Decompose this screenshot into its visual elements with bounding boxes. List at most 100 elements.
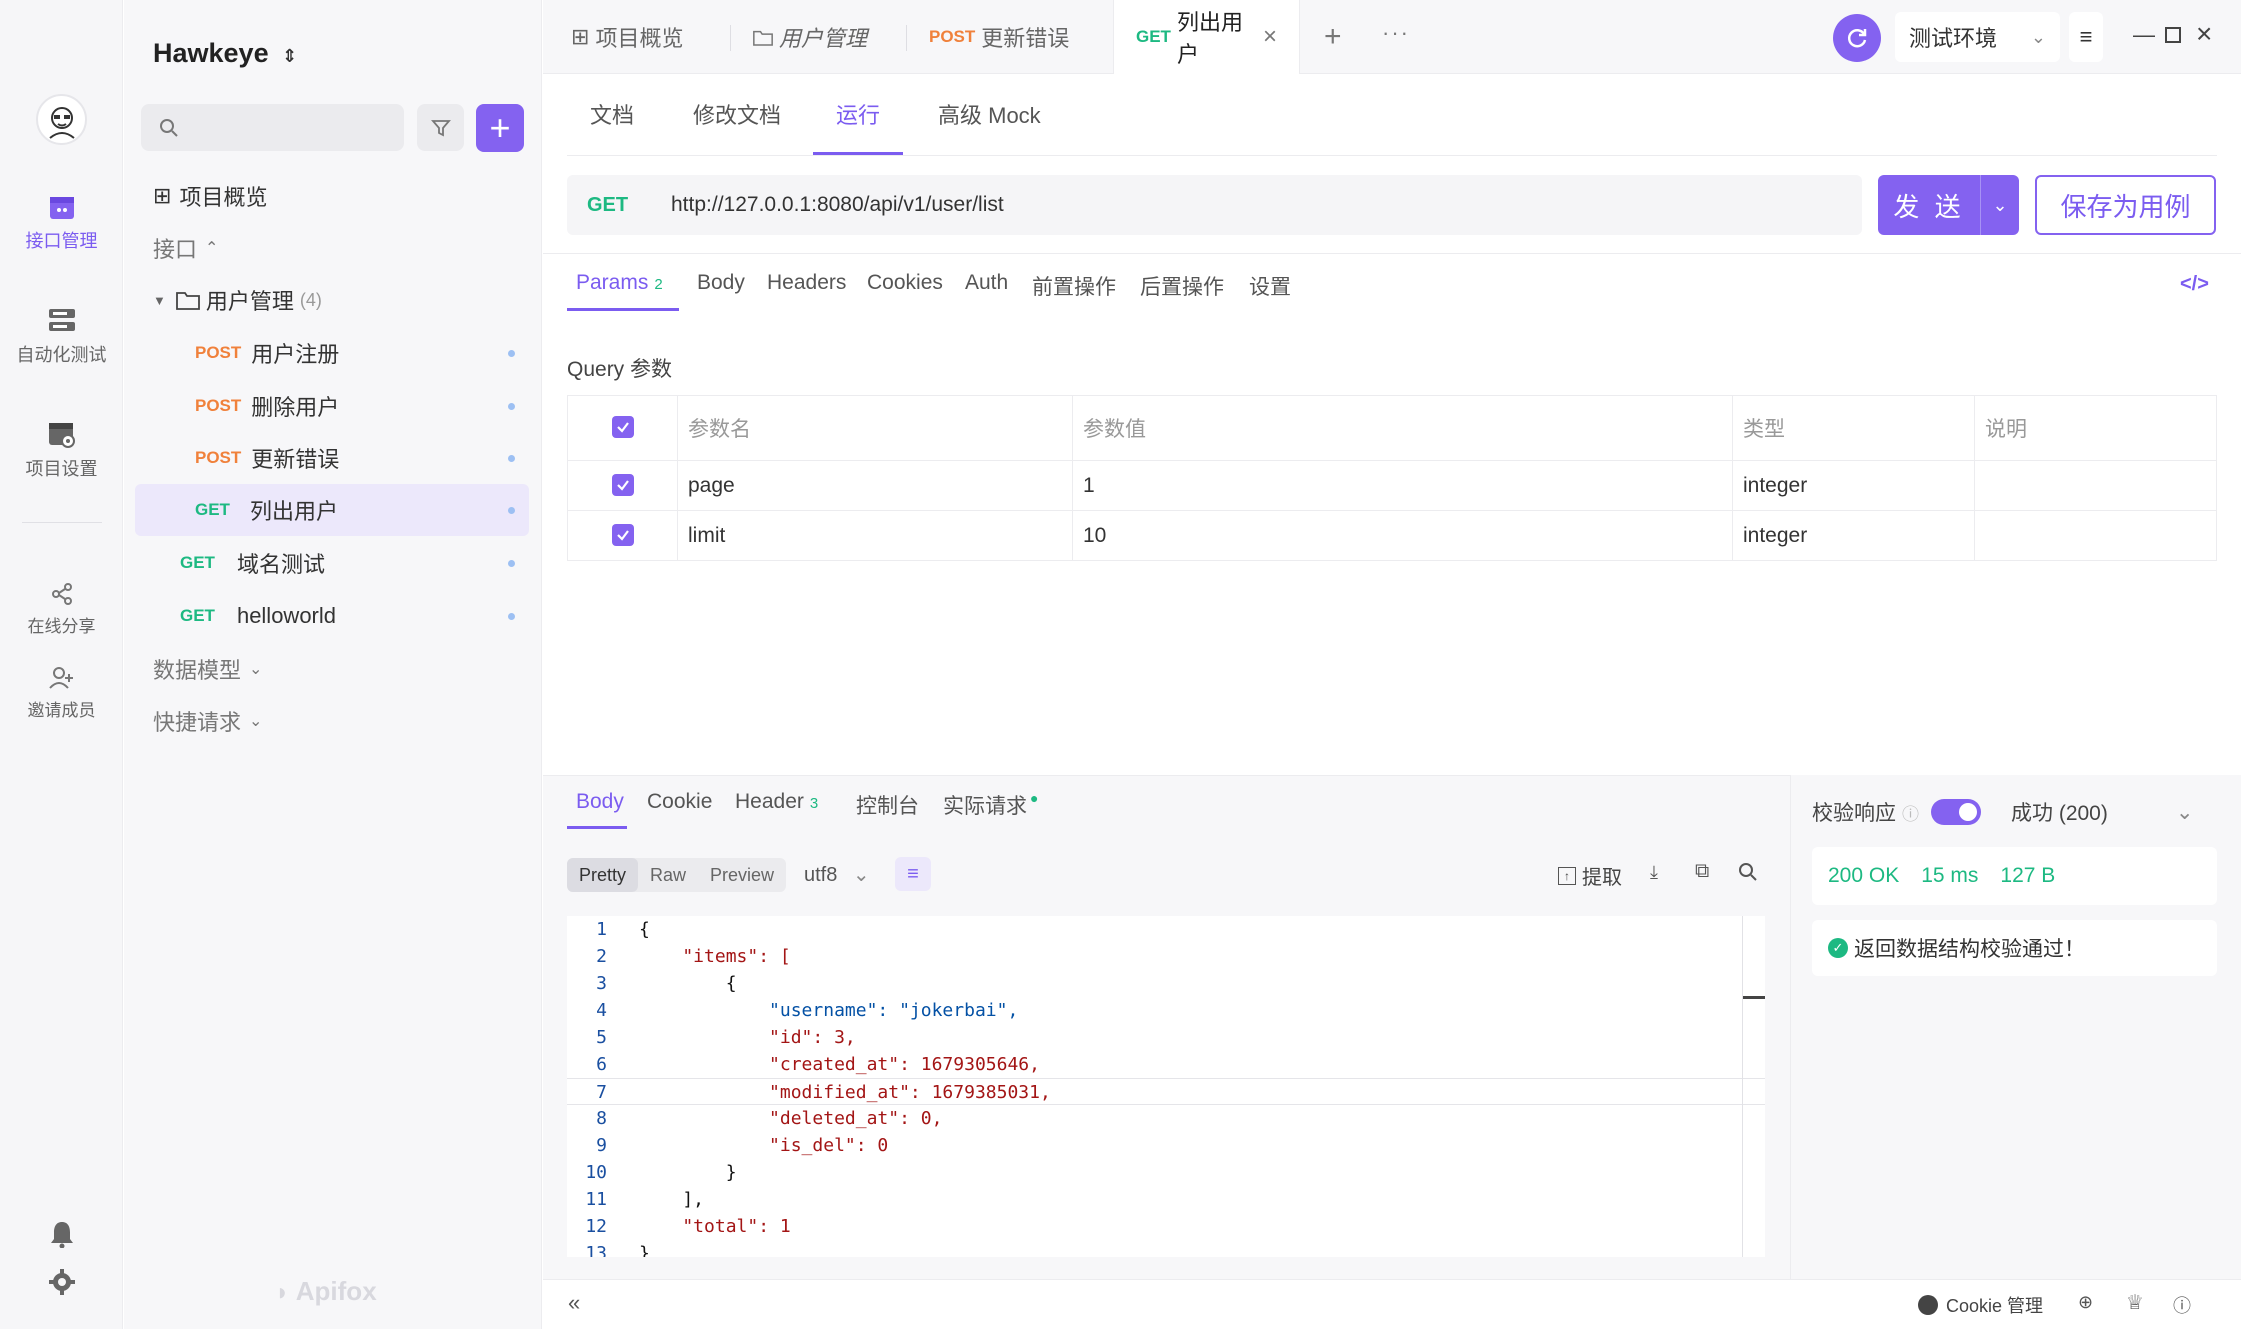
maximize-icon[interactable] bbox=[2164, 24, 2182, 50]
brand-watermark: ◗ Apifox bbox=[275, 1276, 377, 1307]
tab-params[interactable]: Params 2 bbox=[576, 271, 663, 295]
code-text: "created_at": 1679305646, bbox=[639, 1054, 1040, 1075]
response-code-editor[interactable]: 1{ 2 "items": [ 3 { 4 "username": "joker… bbox=[567, 916, 1765, 1257]
param-name-cell[interactable]: page bbox=[677, 460, 1073, 511]
tab-user-manage[interactable]: 用户管理 bbox=[731, 0, 889, 74]
row-checkbox[interactable] bbox=[611, 473, 634, 496]
line-number: 5 bbox=[596, 1027, 607, 1048]
chevron-down-icon[interactable]: ⌄ bbox=[1980, 175, 2019, 235]
shirt-icon[interactable]: ♕ bbox=[2126, 1290, 2144, 1315]
env-select[interactable]: 测试环境 ⌄ bbox=[1895, 12, 2060, 62]
rail-invite[interactable]: 邀请成员 bbox=[0, 666, 123, 721]
url-bar[interactable]: GET http://127.0.0.1:8080/api/v1/user/li… bbox=[567, 175, 1862, 235]
tab-pre-ops[interactable]: 前置操作 bbox=[1032, 271, 1116, 301]
method-select[interactable]: GET bbox=[587, 194, 649, 217]
select-all-checkbox[interactable] bbox=[611, 416, 634, 438]
method-badge: GET bbox=[180, 553, 215, 572]
avatar[interactable] bbox=[36, 94, 87, 145]
tab-list-users[interactable]: GET 列出用户 × bbox=[1113, 0, 1300, 74]
project-switcher[interactable]: Hawkeye ⇕ bbox=[153, 38, 297, 69]
wrap-icon[interactable]: ≡ bbox=[895, 857, 931, 891]
download-icon[interactable]: ⤓ bbox=[1650, 862, 1658, 883]
copy-icon[interactable]: ⧉ bbox=[1695, 860, 1709, 883]
api-item-domain-test[interactable]: GET 域名测试 bbox=[135, 537, 529, 589]
sync-button[interactable] bbox=[1833, 14, 1881, 62]
api-item-label: 域名测试 bbox=[236, 552, 325, 577]
tab-cookies[interactable]: Cookies bbox=[867, 271, 943, 295]
subtab-edit-doc[interactable]: 修改文档 bbox=[693, 98, 781, 130]
rail-automation[interactable]: 自动化测试 bbox=[0, 307, 123, 367]
param-name-cell[interactable]: limit bbox=[677, 510, 1073, 561]
param-desc-cell[interactable] bbox=[1974, 460, 2217, 511]
url-input[interactable]: http://127.0.0.1:8080/api/v1/user/list bbox=[671, 193, 1004, 217]
resp-tab-cookie[interactable]: Cookie bbox=[647, 790, 712, 814]
window-close-icon[interactable]: × bbox=[2196, 18, 2212, 50]
subtab-run[interactable]: 运行 bbox=[836, 98, 880, 130]
validate-result[interactable]: 成功 (200) bbox=[2011, 797, 2108, 827]
tab-params-label: Params bbox=[576, 271, 649, 294]
tab-auth[interactable]: Auth bbox=[965, 271, 1008, 295]
collapse-sidebar-icon[interactable]: « bbox=[568, 1290, 580, 1316]
chevron-down-icon[interactable]: ⌄ bbox=[2176, 800, 2194, 825]
tab-label: 更新错误 bbox=[981, 26, 1070, 51]
view-mode-switch[interactable]: Pretty Raw Preview bbox=[567, 858, 787, 892]
project-settings-icon bbox=[48, 423, 75, 448]
tab-settings[interactable]: 设置 bbox=[1249, 271, 1291, 301]
menu-icon[interactable]: ≡ bbox=[2069, 12, 2103, 62]
bell-icon[interactable] bbox=[49, 1220, 75, 1254]
tab-post-ops[interactable]: 后置操作 bbox=[1140, 271, 1224, 301]
rail-share[interactable]: 在线分享 bbox=[0, 582, 123, 637]
validate-toggle[interactable] bbox=[1931, 799, 1981, 825]
param-type-cell[interactable]: integer bbox=[1732, 460, 1975, 511]
search-input[interactable] bbox=[141, 104, 404, 151]
row-checkbox[interactable] bbox=[611, 523, 634, 546]
rail-api-manage[interactable]: 接口管理 bbox=[0, 193, 123, 253]
minimize-icon[interactable]: — bbox=[2133, 22, 2155, 48]
resp-tab-body[interactable]: Body bbox=[576, 790, 624, 814]
section-api[interactable]: 接口 ⌃ bbox=[153, 222, 218, 274]
view-preview[interactable]: Preview bbox=[698, 858, 786, 892]
view-pretty[interactable]: Pretty bbox=[567, 858, 639, 892]
folder-user-manage[interactable]: ▼ 用户管理 (4) bbox=[153, 274, 322, 326]
sidebar-item-overview[interactable]: ⊞ 项目概览 bbox=[153, 170, 267, 222]
subtab-mock[interactable]: 高级 Mock bbox=[938, 98, 1041, 130]
search-icon[interactable] bbox=[1738, 862, 1758, 888]
resp-tab-header[interactable]: Header 3 bbox=[735, 790, 818, 814]
api-item-register[interactable]: POST 用户注册 bbox=[135, 327, 529, 379]
resp-tab-console[interactable]: 控制台 bbox=[856, 790, 919, 820]
close-icon[interactable]: × bbox=[1263, 23, 1277, 51]
send-button[interactable]: 发 送 ⌄ bbox=[1878, 175, 2019, 235]
param-type-cell[interactable]: integer bbox=[1732, 510, 1975, 561]
gear-icon[interactable] bbox=[49, 1269, 75, 1301]
encoding-select[interactable]: utf8 ⌄ bbox=[804, 862, 870, 887]
help-icon[interactable]: ⓘ bbox=[2173, 1292, 2191, 1318]
section-quick[interactable]: 快捷请求 ⌄ bbox=[153, 695, 262, 747]
more-icon[interactable]: ··· bbox=[1382, 20, 1410, 46]
api-item-list-users[interactable]: GET 列出用户 bbox=[135, 484, 529, 536]
filter-button[interactable] bbox=[417, 104, 464, 151]
param-value-cell[interactable]: 10 bbox=[1072, 510, 1733, 561]
rail-project-settings[interactable]: 项目设置 bbox=[0, 421, 123, 481]
view-raw[interactable]: Raw bbox=[638, 858, 698, 892]
help-icon[interactable]: ⓘ bbox=[1902, 800, 1919, 825]
code-icon[interactable]: </> bbox=[2180, 273, 2209, 296]
save-as-case-button[interactable]: 保存为用例 bbox=[2035, 175, 2216, 235]
cookie-manager-button[interactable]: Cookie 管理 bbox=[1918, 1292, 2043, 1318]
resp-tab-actual-request[interactable]: 实际请求 ● bbox=[943, 790, 1038, 820]
new-tab-icon[interactable]: + bbox=[1324, 20, 1342, 54]
editor-scrollbar-track[interactable] bbox=[1742, 916, 1743, 1257]
upload-icon[interactable]: ⊕ bbox=[2078, 1292, 2093, 1313]
tab-update-error[interactable]: POST 更新错误 bbox=[907, 0, 1091, 74]
extract-button[interactable]: ↑ 提取 bbox=[1558, 861, 1622, 890]
tab-body[interactable]: Body bbox=[697, 271, 745, 295]
api-item-update-error[interactable]: POST 更新错误 bbox=[135, 432, 529, 484]
tab-headers[interactable]: Headers bbox=[767, 271, 846, 295]
subtab-doc[interactable]: 文档 bbox=[590, 98, 634, 130]
api-item-delete[interactable]: POST 删除用户 bbox=[135, 380, 529, 432]
add-button[interactable]: + bbox=[476, 104, 524, 152]
api-item-helloworld[interactable]: GET helloworld bbox=[135, 590, 529, 642]
tab-overview[interactable]: ⊞ 项目概览 bbox=[549, 0, 705, 74]
param-desc-cell[interactable] bbox=[1974, 510, 2217, 561]
param-value-cell[interactable]: 1 bbox=[1072, 460, 1733, 511]
section-models[interactable]: 数据模型 ⌄ bbox=[153, 643, 262, 695]
